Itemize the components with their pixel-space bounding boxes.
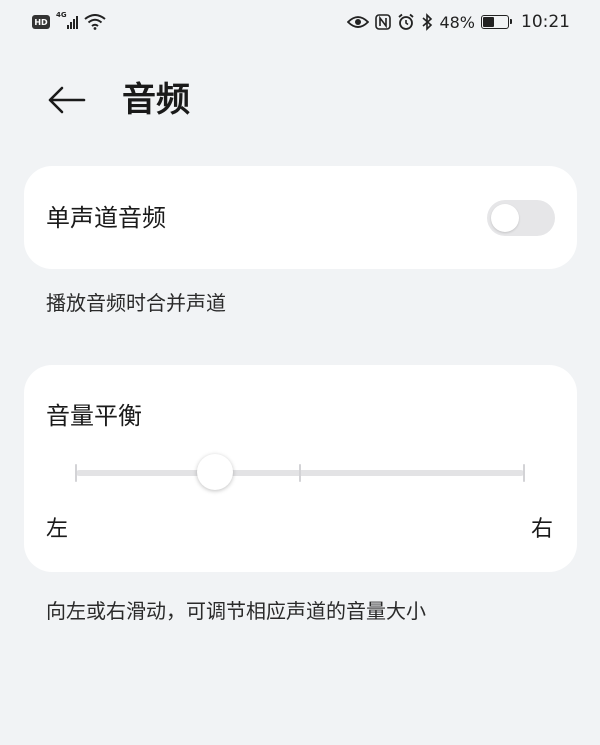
network-type-label: 4G — [56, 11, 67, 19]
hd-icon: HD — [32, 15, 50, 29]
balance-left-label: 左 — [46, 517, 69, 542]
balance-right-label: 右 — [530, 517, 553, 542]
mono-audio-label: 单声道音频 — [46, 203, 166, 232]
battery-percent: 48% — [439, 12, 475, 32]
battery-icon — [481, 15, 512, 29]
battery-level-fill — [483, 17, 494, 27]
back-arrow-icon — [48, 86, 86, 114]
slider-tick — [75, 464, 77, 482]
signal-icon: 4G — [56, 11, 78, 30]
page-title: 音频 — [122, 80, 190, 120]
toggle-knob — [491, 203, 519, 232]
slider-thumb[interactable] — [196, 454, 233, 490]
volume-balance-slider[interactable] — [75, 454, 525, 490]
nfc-icon — [375, 14, 392, 30]
alarm-icon — [397, 13, 415, 31]
volume-balance-title: 音量平衡 — [46, 402, 142, 430]
slider-tick — [523, 464, 525, 482]
slider-tick — [299, 464, 301, 482]
bluetooth-icon — [421, 13, 433, 31]
mono-audio-toggle[interactable] — [487, 199, 555, 236]
clock: 10:21 — [521, 12, 570, 32]
wifi-icon — [84, 14, 106, 30]
volume-balance-card: 音量平衡 左 右 — [24, 365, 577, 572]
back-button[interactable] — [44, 78, 88, 122]
mono-audio-description: 播放音频时合并声道 — [46, 291, 226, 315]
status-bar-left: HD 4G — [32, 11, 106, 30]
eye-icon — [347, 15, 370, 29]
volume-balance-description: 向左或右滑动，可调节相应声道的音量大小 — [46, 599, 426, 623]
status-bar-right: 48% 10:21 — [347, 12, 570, 32]
status-bar: HD 4G 48% 10:21 — [0, 0, 600, 44]
header: 音频 — [0, 72, 600, 128]
mono-audio-card[interactable]: 单声道音频 — [24, 166, 577, 269]
